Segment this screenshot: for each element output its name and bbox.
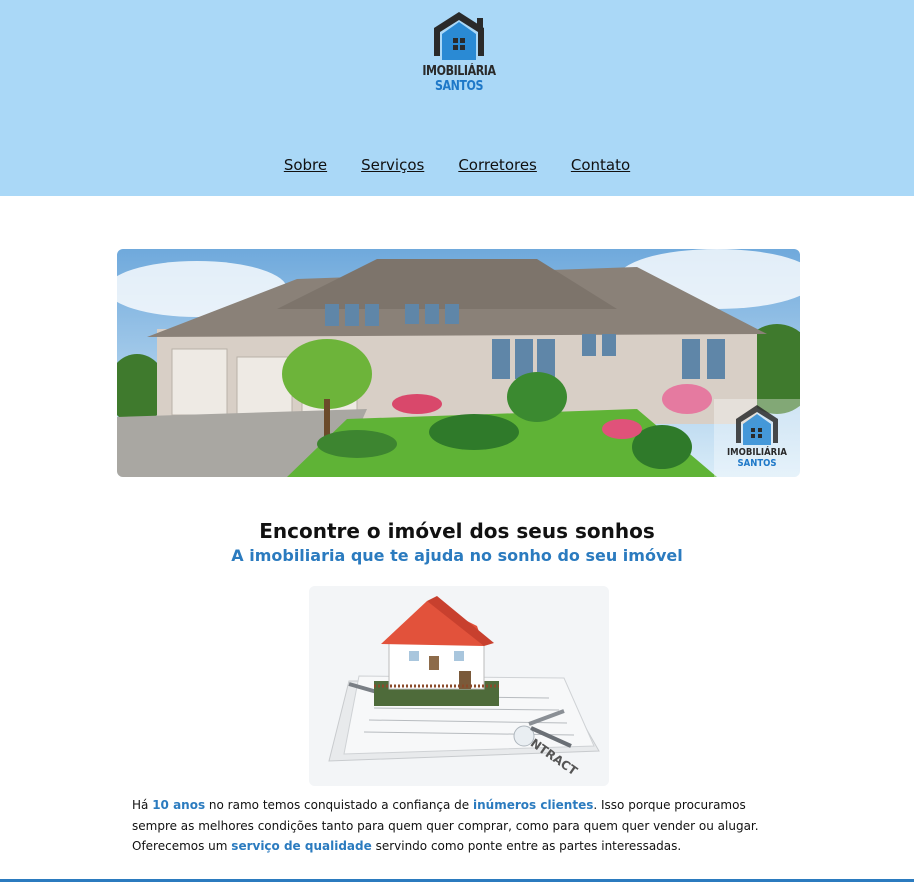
hero-house-image: IMOBILIÁRIA SANTOS	[117, 249, 800, 477]
about-paragraph: Há 10 anos no ramo temos conquistado a c…	[132, 795, 792, 857]
watermark-line1: IMOBILIÁRIA	[727, 447, 787, 458]
nav-link-sobre[interactable]: Sobre	[284, 156, 327, 174]
model-house-contract-image: CONTRACT	[309, 586, 609, 786]
house-logo-icon	[434, 12, 484, 60]
highlight-clients: inúmeros clientes	[473, 798, 594, 812]
brand-name-line1: IMOBILIÁRIA	[422, 64, 496, 79]
site-header: IMOBILIÁRIA SANTOS Sobre Serviços Corret…	[0, 0, 914, 196]
nav-link-corretores[interactable]: Corretores	[458, 156, 537, 174]
highlight-service: serviço de qualidade	[231, 839, 372, 853]
watermark-house-icon	[736, 405, 778, 445]
about-text: no ramo temos conquistado a confiança de	[205, 798, 473, 812]
nav-link-contato[interactable]: Contato	[571, 156, 630, 174]
nav-link-servicos[interactable]: Serviços	[361, 156, 424, 174]
brand-name-line2: SANTOS	[434, 79, 484, 94]
about-text: servindo como ponte entre as partes inte…	[371, 839, 682, 853]
brand-logo[interactable]: IMOBILIÁRIA SANTOS	[414, 8, 504, 98]
page-title: Encontre o imóvel dos seus sonhos	[259, 519, 655, 543]
highlight-years: 10 anos	[152, 798, 206, 812]
page-subtitle: A imobiliaria que te ajuda no sonho do s…	[231, 546, 683, 565]
hero-watermark: IMOBILIÁRIA SANTOS	[714, 399, 800, 477]
watermark-line2: SANTOS	[737, 458, 777, 469]
about-text: Há	[132, 798, 153, 812]
main-nav: Sobre Serviços Corretores Contato	[0, 156, 914, 174]
